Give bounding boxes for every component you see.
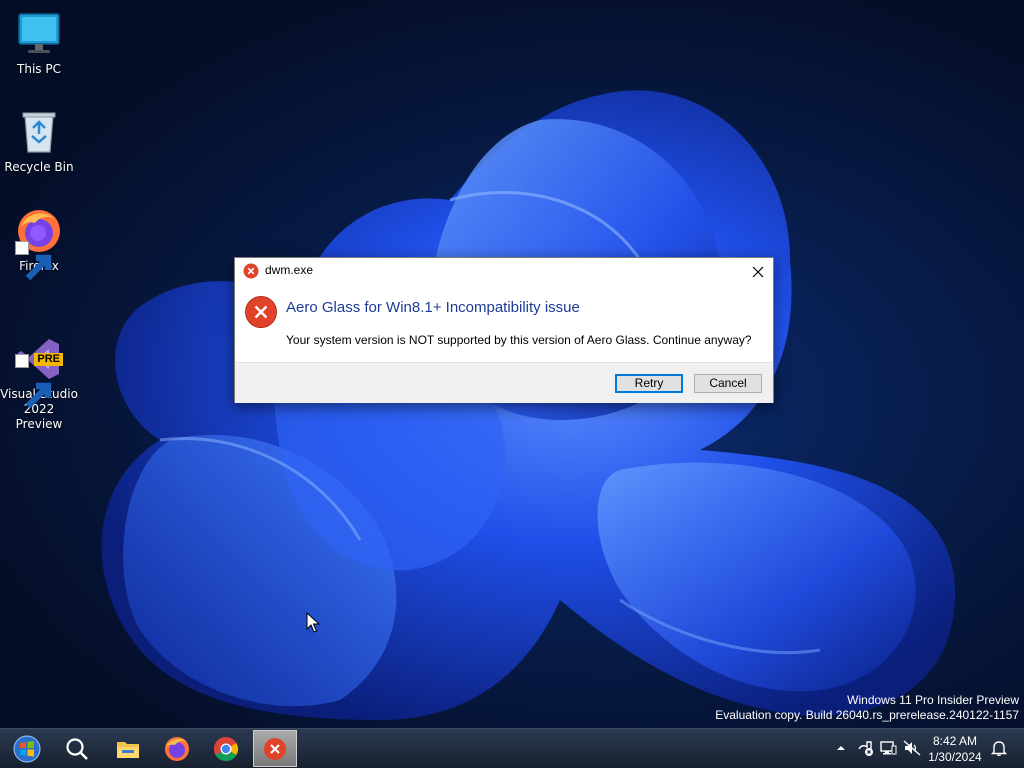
chrome-icon xyxy=(213,736,239,761)
desktop: This PC Recycle Bin Firefox PRE Visual S… xyxy=(0,0,1024,728)
error-icon xyxy=(245,296,277,328)
taskbar-file-explorer[interactable] xyxy=(106,730,150,767)
clock-time: 8:42 AM xyxy=(932,734,978,748)
mouse-cursor-icon xyxy=(306,612,320,633)
dialog-message: Your system version is NOT supported by … xyxy=(286,333,752,347)
taskbar-clock[interactable]: 8:42 AM 1/30/2024 xyxy=(920,733,990,765)
taskbar: 8:42 AM 1/30/2024 xyxy=(0,728,1024,768)
evaluation-watermark: Windows 11 Pro Insider Preview Evaluatio… xyxy=(715,693,1019,723)
taskbar-dwm-error[interactable] xyxy=(253,730,297,767)
error-icon xyxy=(243,263,259,279)
start-orb-icon xyxy=(13,735,41,762)
retry-button[interactable]: Retry xyxy=(615,374,683,393)
cancel-button[interactable]: Cancel xyxy=(694,374,762,393)
action-center-flag-icon xyxy=(858,741,873,756)
desktop-icon-visual-studio[interactable]: PRE Visual Studio 2022 Preview xyxy=(0,305,78,447)
preview-badge: PRE xyxy=(34,353,63,366)
firefox-icon xyxy=(15,207,63,281)
shortcut-arrow-icon xyxy=(15,241,52,281)
desktop-icon-label: This PC xyxy=(17,62,61,76)
taskbar-chrome[interactable] xyxy=(204,730,248,767)
network-icon xyxy=(880,741,897,755)
volume-tray[interactable] xyxy=(903,739,921,757)
error-dialog: dwm.exe Aero Glass for Win8.1+ Incompati… xyxy=(234,257,774,403)
dialog-main-instruction: Aero Glass for Win8.1+ Incompatibility i… xyxy=(286,299,580,316)
shortcut-arrow-icon xyxy=(15,354,52,409)
volume-muted-icon xyxy=(903,740,921,756)
clock-date: 1/30/2024 xyxy=(928,750,982,764)
taskbar-firefox[interactable] xyxy=(155,730,199,767)
watermark-edition: Windows 11 Pro Insider Preview xyxy=(847,693,1019,707)
search-icon xyxy=(66,737,88,760)
close-icon xyxy=(752,266,764,277)
desktop-icon-firefox[interactable]: Firefox xyxy=(0,207,78,281)
desktop-icon-recycle-bin[interactable]: Recycle Bin xyxy=(0,108,78,175)
recycle-bin-icon xyxy=(15,108,63,156)
visual-studio-icon: PRE xyxy=(15,320,63,409)
dialog-title: dwm.exe xyxy=(265,263,314,277)
desktop-icon-this-pc[interactable]: This PC xyxy=(0,10,78,77)
notifications-button[interactable] xyxy=(990,739,1008,757)
file-explorer-icon xyxy=(117,741,139,758)
notifications-bell-icon xyxy=(990,741,1008,756)
firefox-icon xyxy=(165,736,189,761)
watermark-build: Evaluation copy. Build 26040.rs_prerelea… xyxy=(715,708,1019,722)
monitor-icon xyxy=(15,10,63,58)
chevron-up-icon xyxy=(837,746,845,750)
error-app-icon xyxy=(264,737,286,760)
start-button[interactable] xyxy=(5,730,49,767)
action-center-tray[interactable] xyxy=(856,739,874,757)
dialog-titlebar[interactable]: dwm.exe xyxy=(235,258,773,285)
show-hidden-icons-button[interactable] xyxy=(832,739,850,757)
desktop-icon-label: Recycle Bin xyxy=(4,160,74,174)
close-button[interactable] xyxy=(743,258,773,285)
dialog-button-bar: Retry Cancel xyxy=(235,362,773,403)
network-tray[interactable] xyxy=(879,739,897,757)
search-button[interactable] xyxy=(55,730,99,767)
